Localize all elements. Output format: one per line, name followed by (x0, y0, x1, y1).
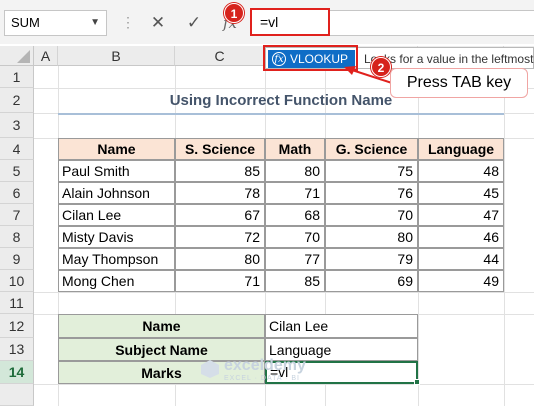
table-header-name[interactable]: Name (58, 138, 175, 160)
row-header-2[interactable]: 2 (0, 88, 34, 113)
gridline (34, 292, 534, 293)
column-header-c[interactable]: C (175, 46, 265, 66)
row-header-4[interactable]: 4 (0, 138, 34, 160)
row-header-9[interactable]: 9 (0, 248, 34, 270)
table-cell-value[interactable]: 80 (325, 226, 418, 248)
row-header-12[interactable]: 12 (0, 314, 34, 338)
table-header-g-science[interactable]: G. Science (325, 138, 418, 160)
table-cell-value[interactable]: 85 (175, 160, 265, 182)
table-cell-value[interactable]: 70 (265, 226, 325, 248)
row-header-11[interactable]: 11 (0, 292, 34, 314)
select-all-triangle-icon (17, 50, 30, 63)
row-header-5[interactable]: 5 (0, 160, 34, 182)
separator-dots: ⋮ (121, 14, 135, 30)
table-cell-value[interactable]: 77 (265, 248, 325, 270)
lookup-value-name[interactable]: Cilan Lee (265, 314, 418, 338)
watermark-logo: exceldemy EXCEL · DATA · BI (200, 355, 380, 385)
row-header-14[interactable]: 14 (0, 361, 34, 384)
row-header-6[interactable]: 6 (0, 182, 34, 204)
title-underline (58, 113, 504, 115)
table-cell-value[interactable]: 68 (265, 204, 325, 226)
table-cell-value[interactable]: 85 (265, 270, 325, 292)
table-cell-name[interactable]: May Thompson (58, 248, 175, 270)
row-header-7[interactable]: 7 (0, 204, 34, 226)
table-cell-value[interactable]: 72 (175, 226, 265, 248)
table-cell-value[interactable]: 44 (418, 248, 504, 270)
exceldemy-logo-icon (201, 360, 219, 378)
table-cell-value[interactable]: 79 (325, 248, 418, 270)
gridline (504, 66, 505, 406)
formula-bar-rest[interactable] (330, 10, 534, 36)
table-cell-value[interactable]: 70 (325, 204, 418, 226)
formula-input[interactable]: =vl (250, 8, 330, 36)
table-cell-value[interactable]: 78 (175, 182, 265, 204)
table-cell-name[interactable]: Misty Davis (58, 226, 175, 248)
table-cell-value[interactable]: 75 (325, 160, 418, 182)
step-badge-1: 1 (224, 3, 244, 23)
table-header-math[interactable]: Math (265, 138, 325, 160)
cancel-icon[interactable]: ✕ (146, 10, 170, 36)
table-cell-value[interactable]: 71 (175, 270, 265, 292)
row-header-15[interactable] (0, 384, 34, 406)
table-cell-value[interactable]: 71 (265, 182, 325, 204)
row-header-8[interactable]: 8 (0, 226, 34, 248)
callout-press-tab: Press TAB key (390, 68, 528, 98)
lookup-label-name[interactable]: Name (58, 314, 265, 338)
column-header-b[interactable]: B (58, 46, 175, 66)
table-cell-value[interactable]: 67 (175, 204, 265, 226)
table-cell-name[interactable]: Mong Chen (58, 270, 175, 292)
table-cell-value[interactable]: 49 (418, 270, 504, 292)
enter-icon[interactable]: ✓ (182, 10, 206, 36)
table-cell-value[interactable]: 46 (418, 226, 504, 248)
table-cell-name[interactable]: Cilan Lee (58, 204, 175, 226)
table-header-s-science[interactable]: S. Science (175, 138, 265, 160)
table-cell-value[interactable]: 76 (325, 182, 418, 204)
name-box-value: SUM (11, 15, 40, 30)
table-cell-name[interactable]: Alain Johnson (58, 182, 175, 204)
row-header-1[interactable]: 1 (0, 66, 34, 88)
table-cell-value[interactable]: 47 (418, 204, 504, 226)
select-all-corner[interactable] (0, 46, 34, 66)
table-header-language[interactable]: Language (418, 138, 504, 160)
table-cell-value[interactable]: 80 (265, 160, 325, 182)
table-cell-value[interactable]: 48 (418, 160, 504, 182)
table-cell-value[interactable]: 45 (418, 182, 504, 204)
fill-handle[interactable] (414, 379, 420, 385)
table-cell-name[interactable]: Paul Smith (58, 160, 175, 182)
row-header-3[interactable]: 3 (0, 113, 34, 138)
column-header-a[interactable]: A (34, 46, 58, 66)
table-cell-value[interactable]: 80 (175, 248, 265, 270)
table-cell-value[interactable]: 69 (325, 270, 418, 292)
row-header-13[interactable]: 13 (0, 338, 34, 361)
row-header-10[interactable]: 10 (0, 270, 34, 292)
chevron-down-icon[interactable]: ▼ (90, 11, 100, 35)
name-box[interactable]: SUM ▼ (4, 10, 107, 36)
